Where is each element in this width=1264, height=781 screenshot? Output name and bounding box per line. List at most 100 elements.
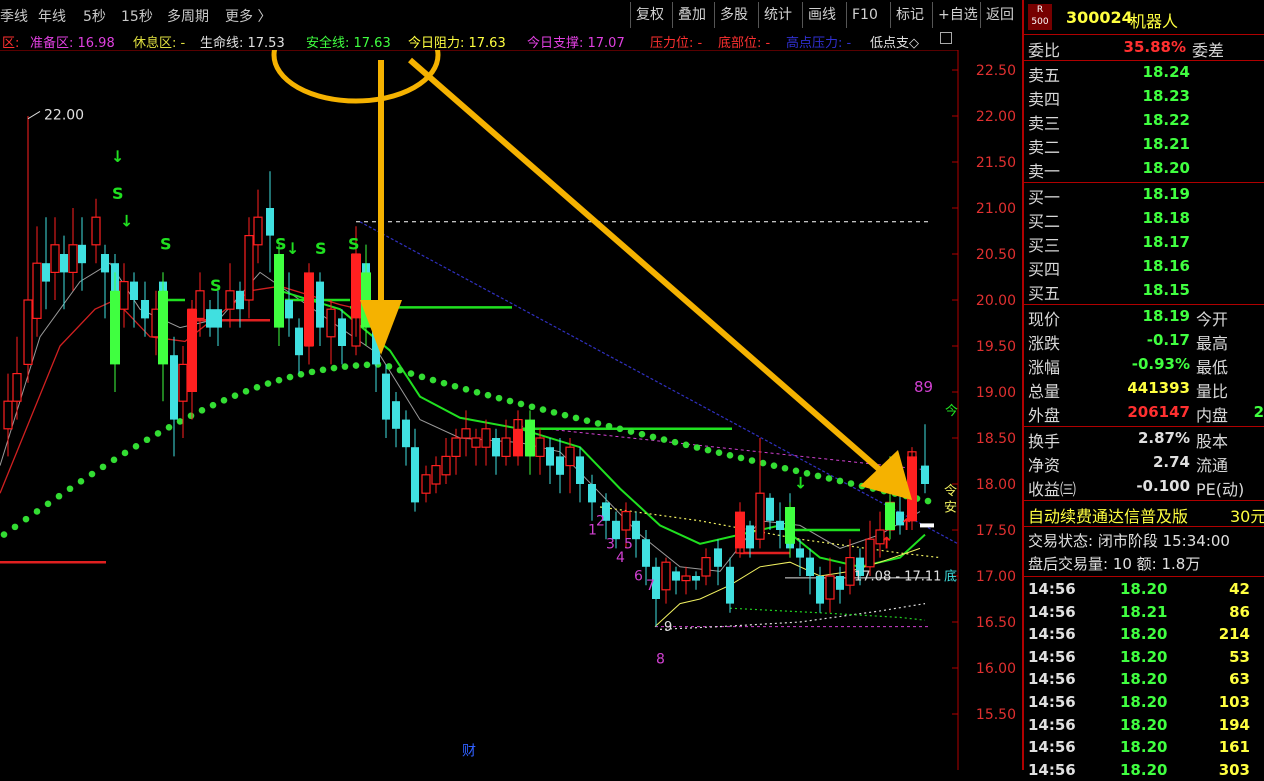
add-watchlist-button[interactable]: +自选 [932,2,983,28]
kline-chart[interactable]: 22.50 22.00 21.50 21.00 20.50 20.00 19.50 19.00… [0,50,1020,770]
sell-level-label: 卖四 [1028,90,1061,109]
buy-level-price[interactable]: 18.18 [1104,209,1190,227]
buy-level-price[interactable]: 18.19 [1104,185,1190,203]
arc-dot [187,412,195,420]
tick-row: 14:56 18.20 63 [1028,668,1264,690]
candle-body-down [556,456,564,475]
tick-row: 14:56 18.20 194 [1028,714,1264,736]
tick-time: 14:56 [1028,625,1076,644]
sequence-number: 2 [596,513,605,529]
candle-body-down [266,208,274,236]
range-label: 17.08 - 17.11 [854,570,941,585]
arc-dot [693,444,701,451]
arc-dot [539,406,547,413]
candle-body-down [316,281,324,328]
sell-level-label: 卖一 [1028,162,1061,181]
indicator-support: 今日支撑: 17.07 [527,36,625,51]
arc-dot [99,463,107,471]
stat2-label-2: 股本 [1196,432,1229,451]
price-tick-label: 17.00 [976,569,1016,585]
tick-time: 14:56 [1028,580,1076,598]
arc-dot [517,400,525,408]
signal-candle-body [885,502,895,530]
high-price-pointer [27,110,41,120]
period-5s[interactable]: 5秒 [83,6,106,26]
indicator-low-support: 低点支◇ [870,36,919,51]
stat2-label: 收益㈢ [1028,480,1077,499]
candle-body-up [681,575,691,582]
arc-dot [429,376,437,384]
candle-body-down [338,318,346,346]
mark-button[interactable]: 标记 [890,2,929,28]
candle-body-down [78,244,86,264]
sell-level-price[interactable]: 18.23 [1104,87,1190,105]
arc-dot [682,441,690,449]
period-more[interactable]: 更多 〉 [225,6,271,26]
sell-level-price[interactable]: 18.22 [1104,111,1190,129]
green-dotted-line [729,607,926,621]
arc-dot [396,366,404,374]
multi-stock-button[interactable]: 多股 [714,2,753,28]
promo-banner[interactable]: 自动续费通达信普及版 [1028,503,1188,527]
price-tick-label: 17.50 [976,523,1016,539]
tick-volume: 214 [1218,625,1250,644]
high-price-label: 22.00 [44,108,84,124]
marker-right-2: 安 [944,501,957,516]
tick-row: 14:56 18.21 86 [1028,601,1264,623]
arc-dot [671,438,679,446]
buy-level-price[interactable]: 18.15 [1104,281,1190,299]
candle-body-down [692,576,700,581]
arrow-diagonal-shaft [408,57,882,473]
candle-body-up [253,216,263,246]
signal-candle-body [735,511,745,549]
candle-body-down [141,300,149,319]
overlay-button[interactable]: 叠加 [672,2,711,28]
arc-dot [132,442,140,450]
sell-level-price[interactable]: 18.24 [1104,63,1190,81]
sequence-number: 3 [606,536,615,552]
stat-label-2: 最高 [1196,334,1229,353]
weicha-label: 委差 [1192,41,1225,60]
candle-body-down [236,290,244,310]
draw-line-button[interactable]: 画线 [802,2,841,28]
candle-body-down [796,548,804,558]
current-price-marker [920,523,934,528]
candle-body-down [206,309,214,328]
candle-body-up [451,437,461,457]
arc-dot [583,417,591,424]
back-button[interactable]: 返回 [980,2,1019,28]
arc-dot [748,457,756,464]
arc-dot [286,373,294,381]
candle-body-up [661,561,671,591]
stat-label-2: 今开 [1196,310,1229,329]
signal-candle-body [785,507,795,544]
stat2-label-2: 流通 [1196,456,1229,475]
weibi-label: 委比 [1028,41,1061,60]
arc-dot [11,523,19,531]
indicator-resistance: 今日阻力: 17.63 [408,36,506,51]
arc-dot [110,456,118,464]
sell-level-price[interactable]: 18.21 [1104,135,1190,153]
arc-dot [484,391,492,399]
fuquan-button[interactable]: 复权 [630,2,669,28]
period-15s[interactable]: 15秒 [121,6,153,26]
candle-body-up [755,492,765,540]
trade-state: 交易状态: 闭市阶段 15:34:00 [1028,532,1230,550]
candle-body-up [441,455,451,476]
statistics-button[interactable]: 统计 [758,2,797,28]
sell-level-price[interactable]: 18.20 [1104,159,1190,177]
collapse-icon[interactable] [940,32,952,44]
sequence-number: 7 [646,578,655,594]
period-quarter[interactable]: 季线 [0,6,28,26]
buy-level-price[interactable]: 18.17 [1104,233,1190,251]
marker-right-1: 令 [944,484,957,499]
arc-dot [33,508,41,515]
candle-body-down [632,520,640,540]
period-multi[interactable]: 多周期 [167,6,209,26]
period-year[interactable]: 年线 [38,6,66,26]
tick-time: 14:56 [1028,715,1076,734]
buy-level-price[interactable]: 18.16 [1104,257,1190,275]
f10-button[interactable]: F10 [846,2,883,28]
arc-dot [407,370,415,377]
tick-volume: 103 [1218,693,1250,711]
